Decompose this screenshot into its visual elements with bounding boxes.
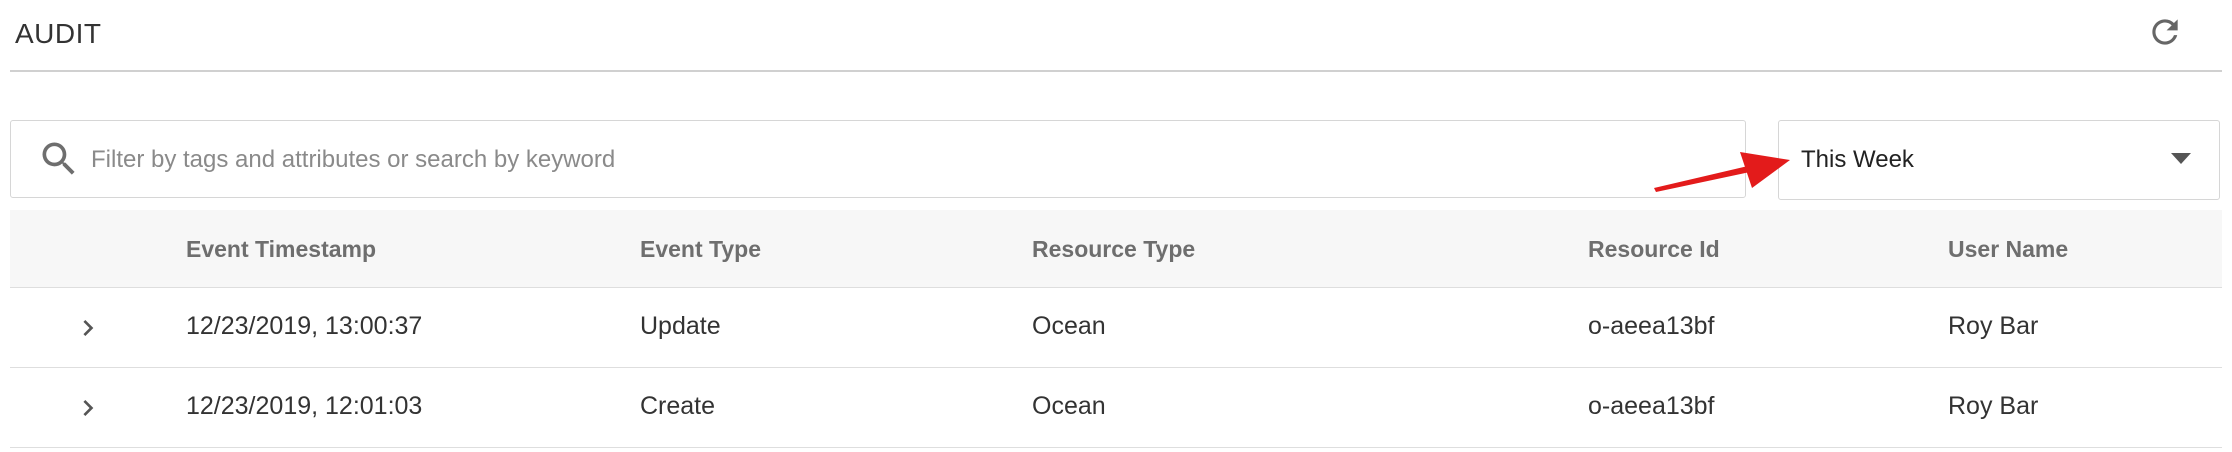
period-selected-value: This Week [1801,146,1914,173]
cell-event-timestamp: 12/23/2019, 12:01:03 [186,392,423,420]
refresh-icon[interactable] [2146,13,2184,51]
cell-event-timestamp: 12/23/2019, 13:00:37 [186,312,423,340]
cell-resource-id: o-aeea13bf [1588,312,1715,340]
column-header-user-name[interactable]: User Name [1948,236,2068,263]
search-input[interactable] [89,121,1713,198]
cell-event-type: Create [640,392,716,420]
cell-event-type: Update [640,312,721,340]
cell-resource-type: Ocean [1032,392,1106,420]
table-row[interactable]: 12/23/2019, 12:01:03 Create Ocean o-aeea… [10,368,2222,448]
cell-user-name: Roy Bar [1948,392,2039,420]
period-dropdown[interactable]: This Week [1778,120,2220,200]
chevron-right-icon[interactable] [72,312,104,344]
column-header-event-timestamp[interactable]: Event Timestamp [186,236,376,263]
annotation-arrow-head [1740,152,1790,188]
caret-down-icon [2171,153,2191,164]
chevron-right-icon[interactable] [72,392,104,424]
column-header-event-type[interactable]: Event Type [640,236,761,263]
cell-resource-type: Ocean [1032,312,1106,340]
search-icon [42,142,75,175]
column-header-resource-type[interactable]: Resource Type [1032,236,1195,263]
page-header: AUDIT [10,0,2222,72]
search-box[interactable] [10,120,1746,198]
annotation-arrow-shaft [1654,166,1750,192]
table-row[interactable]: 12/23/2019, 13:00:37 Update Ocean o-aeea… [10,288,2222,368]
page-title: AUDIT [15,18,102,49]
annotation-arrow [1654,152,1790,192]
column-header-resource-id[interactable]: Resource Id [1588,236,1720,263]
cell-user-name: Roy Bar [1948,312,2039,340]
table-header: Event Timestamp Event Type Resource Type… [10,210,2222,288]
cell-resource-id: o-aeea13bf [1588,392,1715,420]
